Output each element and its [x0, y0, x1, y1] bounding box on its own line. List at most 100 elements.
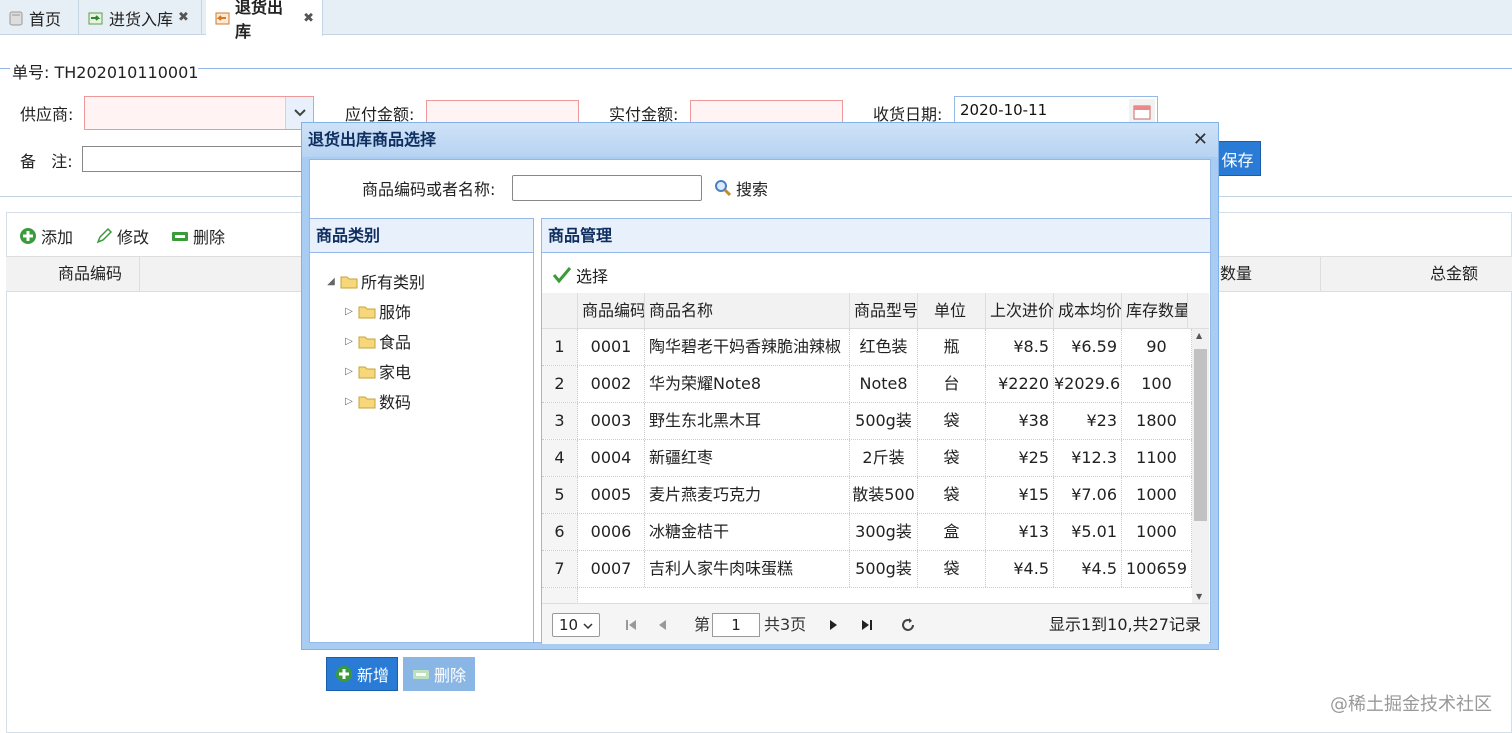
- cell-model: 散装500: [850, 477, 918, 513]
- tree-node-label: 食品: [379, 333, 412, 352]
- scroll-down-icon[interactable]: ▼: [1196, 592, 1202, 601]
- col-code[interactable]: 商品编码: [58, 257, 122, 291]
- folder-open-icon: [340, 274, 358, 289]
- cell-unit: 台: [918, 366, 986, 402]
- scroll-up-icon[interactable]: ▲: [1196, 331, 1202, 340]
- expand-arrow-icon[interactable]: ◢: [324, 276, 338, 287]
- col-total[interactable]: 总金额: [1430, 257, 1478, 291]
- collapse-arrow-icon[interactable]: ▷: [342, 306, 356, 317]
- row-number: 6: [542, 514, 578, 550]
- edit-label: 修改: [117, 228, 150, 247]
- col-header[interactable]: 单位: [918, 293, 986, 329]
- col-header[interactable]: 成本均价: [1054, 293, 1122, 329]
- pencil-icon: [96, 227, 113, 244]
- tree-node-root[interactable]: ◢ 所有类别: [324, 269, 425, 293]
- cell-unit: 盒: [918, 514, 986, 550]
- table-header: 商品编码 商品名称 商品型号 单位 上次进价 成本均价 库存数量: [542, 293, 1209, 329]
- add-button[interactable]: 添加: [19, 224, 73, 248]
- delete-category-button[interactable]: 删除: [403, 657, 475, 691]
- row-number: 2: [542, 366, 578, 402]
- new-category-button[interactable]: 新增: [326, 657, 398, 691]
- table-row[interactable]: 7 0007 吉利人家牛肉味蛋糕 500g装袋 ¥4.5 ¥4.5 100659: [542, 551, 1192, 588]
- collapse-arrow-icon[interactable]: ▷: [342, 396, 356, 407]
- close-icon[interactable]: ✕: [1193, 123, 1208, 157]
- remark-label: 备 注:: [20, 152, 73, 171]
- tab-home[interactable]: 首页: [0, 0, 79, 35]
- tree-node-appliance[interactable]: ▷ 家电: [342, 359, 411, 383]
- cell-code: 0002: [578, 366, 645, 402]
- tree-node-digital[interactable]: ▷ 数码: [342, 389, 411, 413]
- cell-name: 麦片燕麦巧克力: [645, 477, 850, 513]
- order-number: 单号: TH202010110001: [12, 63, 199, 82]
- close-icon[interactable]: ✖: [303, 11, 314, 26]
- tab-label: 首页: [29, 9, 62, 29]
- first-page-icon[interactable]: [624, 612, 638, 640]
- table-row[interactable]: 5 0005 麦片燕麦巧克力 散装500 袋 ¥15 ¥7.06 1000: [542, 477, 1192, 514]
- last-page-icon[interactable]: [860, 612, 874, 640]
- cell-avg-cost: ¥5.01: [1054, 514, 1122, 550]
- scrollbar-thumb[interactable]: [1194, 349, 1207, 521]
- select-button-label: 选择: [576, 267, 609, 286]
- col-header[interactable]: 商品编码: [578, 293, 645, 329]
- page-size-select[interactable]: 10: [552, 613, 600, 637]
- cell-last-price: ¥8.5: [986, 329, 1054, 365]
- page-number-input[interactable]: 1: [712, 613, 760, 637]
- search-button[interactable]: 搜索: [714, 176, 768, 200]
- cell-code: 0006: [578, 514, 645, 550]
- cell-name: 华为荣耀Note8: [645, 366, 850, 402]
- cell-model: 2斤装: [850, 440, 918, 476]
- table-row[interactable]: 2 0002 华为荣耀Note8 Note8 台 ¥2220 ¥2029.6 100: [542, 366, 1192, 403]
- row-number: 3: [542, 403, 578, 439]
- cell-last-price: ¥2220: [986, 366, 1054, 402]
- collapse-arrow-icon[interactable]: ▷: [342, 336, 356, 347]
- refresh-icon[interactable]: [900, 612, 916, 641]
- category-panel-title: 商品类别: [310, 219, 533, 253]
- col-header[interactable]: 商品型号: [850, 293, 918, 329]
- table-row[interactable]: 3 0003 野生东北黑木耳 500g装袋 ¥38 ¥23 1800: [542, 403, 1192, 440]
- vertical-scrollbar[interactable]: ▲ ▼: [1192, 329, 1209, 603]
- close-icon[interactable]: ✖: [178, 10, 189, 25]
- row-number: 4: [542, 440, 578, 476]
- cell-name: 野生东北黑木耳: [645, 403, 850, 439]
- next-page-icon[interactable]: [826, 612, 840, 640]
- edit-button[interactable]: 修改: [95, 224, 149, 248]
- page-info: 显示1到10,共27记录: [1049, 615, 1201, 634]
- row-number: 1: [542, 329, 578, 365]
- fieldset-line: [198, 68, 1512, 69]
- cell-model: 300g装: [850, 514, 918, 550]
- table-row[interactable]: 4 0004 新疆红枣 2斤装袋 ¥25 ¥12.3 1100: [542, 440, 1192, 477]
- tree-node-clothing[interactable]: ▷ 服饰: [342, 299, 411, 323]
- supplier-select[interactable]: [84, 96, 314, 130]
- stock-in-icon: [88, 10, 104, 26]
- table-row[interactable]: 1 0001 陶华碧老干妈香辣脆油辣椒 红色装瓶 ¥8.5 ¥6.59 90: [542, 329, 1192, 366]
- tab-label: 退货出库: [235, 0, 284, 41]
- table-row[interactable]: 6 0006 冰糖金桔干 300g装盒 ¥13 ¥5.01 1000: [542, 514, 1192, 551]
- remark-input[interactable]: [82, 146, 304, 172]
- cell-avg-cost: ¥6.59: [1054, 329, 1122, 365]
- home-page-icon: [8, 10, 24, 26]
- cell-avg-cost: ¥23: [1054, 403, 1122, 439]
- search-input[interactable]: [512, 175, 702, 201]
- tree-node-food[interactable]: ▷ 食品: [342, 329, 411, 353]
- cell-avg-cost: ¥4.5: [1054, 551, 1122, 587]
- row-number: [542, 588, 578, 603]
- prev-page-icon[interactable]: [656, 612, 670, 640]
- col-header[interactable]: 上次进价: [986, 293, 1054, 329]
- cell-name: 吉利人家牛肉味蛋糕: [645, 551, 850, 587]
- tab-stock-in[interactable]: 进货入库 ✖: [80, 0, 202, 35]
- select-button[interactable]: 选择: [552, 263, 608, 287]
- product-table: 商品编码 商品名称 商品型号 单位 上次进价 成本均价 库存数量 1 0001 陶华…: [542, 293, 1209, 603]
- collapse-arrow-icon[interactable]: ▷: [342, 366, 356, 377]
- tab-return-out[interactable]: 退货出库 ✖: [206, 0, 323, 41]
- row-number: 5: [542, 477, 578, 513]
- col-qty[interactable]: 数量: [1220, 257, 1252, 291]
- tab-bar: 首页 进货入库 ✖ 退货出库 ✖: [0, 0, 1512, 41]
- col-header[interactable]: 商品名称: [645, 293, 850, 329]
- col-header[interactable]: 库存数量: [1122, 293, 1188, 329]
- page-total: 共3页: [764, 615, 807, 634]
- add-label: 添加: [41, 228, 74, 247]
- cell-last-price: ¥38: [986, 403, 1054, 439]
- delete-button[interactable]: 删除: [171, 224, 225, 248]
- save-button[interactable]: 保存: [1214, 141, 1261, 176]
- dialog-title: 退货出库商品选择: [302, 123, 1218, 157]
